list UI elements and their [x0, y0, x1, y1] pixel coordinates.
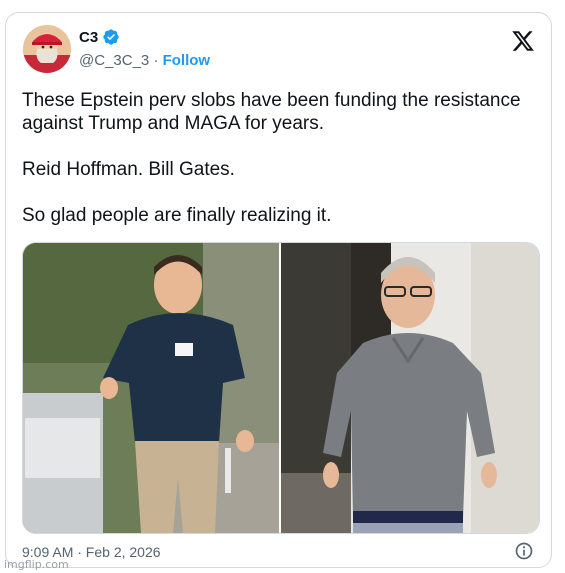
photo-left-image — [23, 243, 279, 533]
display-name[interactable]: C3 — [79, 29, 98, 46]
verified-badge-icon — [103, 29, 119, 45]
photo-left[interactable] — [23, 243, 279, 533]
separator-dot: · — [153, 52, 159, 69]
author-handle[interactable]: @C_3C_3 — [79, 52, 149, 69]
follow-button[interactable]: Follow — [163, 52, 211, 69]
avatar[interactable] — [23, 25, 71, 73]
x-logo-icon[interactable] — [511, 29, 535, 53]
tweet-media[interactable] — [22, 242, 540, 534]
tweet-text: These Epstein perv slobs have been fundi… — [22, 90, 521, 226]
author-name-row: C3 — [79, 28, 120, 46]
photo-right[interactable] — [281, 243, 539, 533]
avatar-image — [23, 25, 71, 73]
imgflip-watermark: imgflip.com — [4, 558, 69, 571]
tweet-card: C3 @C_3C_3 · Follow These Epstein perv s… — [5, 12, 552, 568]
handle-row: @C_3C_3 · Follow — [79, 52, 210, 69]
info-icon[interactable] — [514, 541, 534, 561]
photo-right-image — [281, 243, 539, 533]
